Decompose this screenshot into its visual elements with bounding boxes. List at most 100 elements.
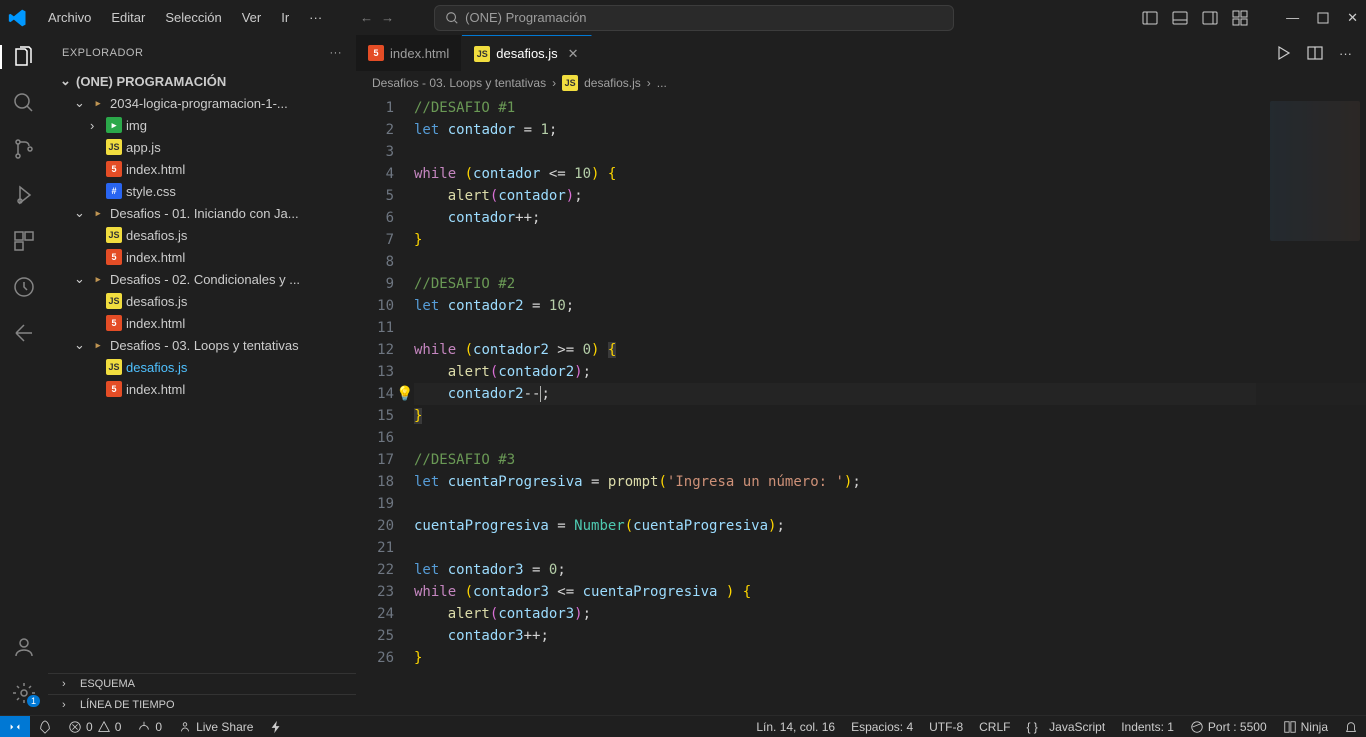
folder-icon: ▸ <box>90 205 106 221</box>
outline-section[interactable]: ›ESQUEMA <box>48 673 356 694</box>
sidebar-header: EXPLORADOR ··· <box>48 35 356 70</box>
tree-file-indexhtml[interactable]: 5index.html <box>48 158 356 180</box>
js-icon: JS <box>562 75 578 91</box>
layout-grid-icon[interactable] <box>1232 10 1248 26</box>
layout-sidebar-left-icon[interactable] <box>1142 10 1158 26</box>
menu-seleccion[interactable]: Selección <box>157 6 229 29</box>
cursor-position[interactable]: Lín. 14, col. 16 <box>748 720 843 734</box>
html-icon: 5 <box>106 315 122 331</box>
editor-area: 5index.html JSdesafios.js✕ ··· Desafios … <box>356 35 1366 715</box>
thunder-icon[interactable] <box>261 716 291 737</box>
tab-close-icon[interactable]: ✕ <box>568 46 579 62</box>
menu-editar[interactable]: Editar <box>103 6 153 29</box>
layout-sidebar-right-icon[interactable] <box>1202 10 1218 26</box>
settings-gear-icon[interactable]: 1 <box>12 681 36 705</box>
layout-panel-icon[interactable] <box>1172 10 1188 26</box>
tree-file-appjs[interactable]: JSapp.js <box>48 136 356 158</box>
problems-status[interactable]: 0 0 <box>60 716 129 737</box>
bell-icon[interactable] <box>1336 720 1366 734</box>
menu-ver[interactable]: Ver <box>234 6 270 29</box>
tab-actions: ··· <box>1275 35 1366 71</box>
file-tree: ⌄(ONE) PROGRAMACIÓN ⌄▸2034-logica-progra… <box>48 70 356 673</box>
timeline-section[interactable]: ›LÍNEA DE TIEMPO <box>48 694 356 715</box>
encoding-status[interactable]: UTF-8 <box>921 720 971 734</box>
js-icon: JS <box>106 293 122 309</box>
search-activity-icon[interactable] <box>12 91 36 115</box>
tab-indexhtml[interactable]: 5index.html <box>356 35 462 71</box>
activity-bar: 1 <box>0 35 48 715</box>
rocket-icon[interactable] <box>30 716 60 737</box>
tree-file-indexhtml2[interactable]: 5index.html <box>48 312 356 334</box>
tree-folder-logica[interactable]: ⌄▸2034-logica-programacion-1-... <box>48 92 356 114</box>
menu-archivo[interactable]: Archivo <box>40 6 99 29</box>
run-icon[interactable] <box>1275 45 1291 61</box>
menu-more[interactable]: ··· <box>301 6 330 29</box>
source-control-icon[interactable] <box>12 137 36 161</box>
spaces-status[interactable]: Espacios: 4 <box>843 720 921 734</box>
html-icon: 5 <box>106 381 122 397</box>
tree-file-desafiosjs2[interactable]: JSdesafios.js <box>48 290 356 312</box>
vscode-logo-icon <box>8 8 28 28</box>
tree-file-indexhtml3[interactable]: 5index.html <box>48 378 356 400</box>
sidebar-title: EXPLORADOR <box>62 47 143 59</box>
tree-file-stylecss[interactable]: #style.css <box>48 180 356 202</box>
remote-indicator[interactable] <box>0 716 30 737</box>
nav-arrows: ← → <box>360 10 394 25</box>
tree-folder-desafios1[interactable]: ⌄▸Desafios - 01. Iniciando con Ja... <box>48 202 356 224</box>
tree-folder-desafios2[interactable]: ⌄▸Desafios - 02. Condicionales y ... <box>48 268 356 290</box>
code-content[interactable]: //DESAFIO #1 let contador = 1; while (co… <box>414 95 1366 715</box>
ports-status[interactable]: 0 <box>129 716 170 737</box>
tree-file-desafiosjs3[interactable]: JSdesafios.js <box>48 356 356 378</box>
css-icon: # <box>106 183 122 199</box>
accounts-icon[interactable] <box>12 635 36 659</box>
liveshare-icon[interactable] <box>12 321 36 345</box>
tree-file-desafiosjs1[interactable]: JSdesafios.js <box>48 224 356 246</box>
port-status[interactable]: Port : 5500 <box>1182 720 1275 734</box>
tab-desafiosjs[interactable]: JSdesafios.js✕ <box>462 35 591 71</box>
tree-folder-img[interactable]: ›▸img <box>48 114 356 136</box>
nav-forward-icon[interactable]: → <box>381 10 394 25</box>
command-center[interactable]: (ONE) Programación <box>434 5 954 31</box>
sidebar-more-icon[interactable]: ··· <box>330 47 343 59</box>
folder-icon: ▸ <box>90 95 106 111</box>
explorer-icon[interactable] <box>12 45 36 69</box>
line-numbers: 1234567891011121314151617181920212223242… <box>356 95 414 715</box>
extensions-icon[interactable] <box>12 229 36 253</box>
editor-tabs: 5index.html JSdesafios.js✕ ··· <box>356 35 1366 71</box>
folder-icon: ▸ <box>106 117 122 133</box>
timeline-icon[interactable] <box>12 275 36 299</box>
indents-status[interactable]: Indents: 1 <box>1113 720 1182 734</box>
js-icon: JS <box>474 46 490 62</box>
menu-ir[interactable]: Ir <box>273 6 297 29</box>
folder-icon: ▸ <box>90 337 106 353</box>
menu-bar: Archivo Editar Selección Ver Ir ··· <box>40 6 330 29</box>
lightbulb-icon[interactable]: 💡 <box>396 383 413 405</box>
html-icon: 5 <box>106 249 122 265</box>
minimap[interactable] <box>1256 95 1366 715</box>
nav-back-icon[interactable]: ← <box>360 10 373 25</box>
search-placeholder: (ONE) Programación <box>465 10 586 25</box>
search-icon <box>445 11 459 25</box>
eol-status[interactable]: CRLF <box>971 720 1018 734</box>
window-close-icon[interactable]: ✕ <box>1347 10 1358 26</box>
split-editor-icon[interactable] <box>1307 45 1323 61</box>
liveshare-status[interactable]: Live Share <box>170 716 261 737</box>
tree-folder-desafios3[interactable]: ⌄▸Desafios - 03. Loops y tentativas <box>48 334 356 356</box>
ninja-status[interactable]: Ninja <box>1275 720 1336 734</box>
statusbar: 0 0 0 Live Share Lín. 14, col. 16 Espaci… <box>0 715 1366 737</box>
tree-file-indexhtml1[interactable]: 5index.html <box>48 246 356 268</box>
js-icon: JS <box>106 139 122 155</box>
js-icon: JS <box>106 359 122 375</box>
window-controls: — ✕ <box>1142 10 1358 26</box>
tree-root[interactable]: ⌄(ONE) PROGRAMACIÓN <box>48 70 356 92</box>
debug-icon[interactable] <box>12 183 36 207</box>
language-status[interactable]: { } JavaScript <box>1018 720 1113 734</box>
breadcrumb[interactable]: Desafios - 03. Loops y tentativas› JSdes… <box>356 71 1366 95</box>
window-maximize-icon[interactable] <box>1317 12 1329 24</box>
code-editor[interactable]: 1234567891011121314151617181920212223242… <box>356 95 1366 715</box>
window-minimize-icon[interactable]: — <box>1286 10 1299 25</box>
html-icon: 5 <box>368 45 384 61</box>
more-actions-icon[interactable]: ··· <box>1339 46 1352 61</box>
folder-icon: ▸ <box>90 271 106 287</box>
titlebar: Archivo Editar Selección Ver Ir ··· ← → … <box>0 0 1366 35</box>
